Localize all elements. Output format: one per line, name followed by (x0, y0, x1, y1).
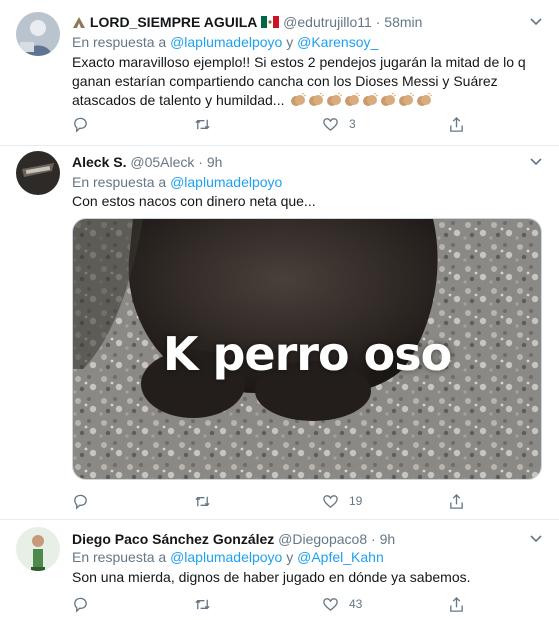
clapping-hands-icon (399, 93, 415, 106)
retweet-button[interactable] (194, 594, 221, 614)
like-count: 3 (349, 117, 356, 131)
timestamp[interactable]: 58min (384, 14, 422, 30)
like-button[interactable]: 3 (322, 114, 356, 134)
retweet-icon (195, 496, 210, 506)
chevron-down-icon[interactable] (527, 12, 545, 30)
avatar[interactable] (16, 527, 60, 571)
retweet-icon (195, 119, 210, 129)
clapping-hands-icon (363, 93, 379, 106)
tweet-3[interactable]: Diego Paco Sánchez González @Diegopaco8 … (0, 520, 559, 620)
separator-dot: · (198, 154, 203, 170)
clapping-hands-icon (381, 93, 397, 106)
clapping-hands-icon (309, 93, 325, 106)
mention-link[interactable]: @Karensoy_ (297, 34, 378, 50)
tweet-header: Aleck S. @05Aleck · 9h (72, 153, 519, 171)
clapping-hands-icon (291, 93, 307, 106)
user-handle[interactable]: @edutrujillo11 (283, 14, 372, 30)
reply-prefix: En respuesta a (72, 34, 167, 50)
eagle-icon (73, 17, 85, 28)
tweet-media-image[interactable]: K perro oso (72, 218, 542, 480)
retweet-button[interactable] (194, 491, 221, 511)
heart-icon (323, 597, 338, 611)
heart-icon (323, 494, 338, 508)
tweet-text-line: Con estos nacos con dinero neta que... (72, 193, 316, 209)
timestamp[interactable]: 9h (207, 154, 223, 170)
reply-prefix: En respuesta a (72, 174, 167, 190)
chevron-down-icon[interactable] (527, 529, 545, 547)
meme-caption: K perro oso (162, 327, 452, 381)
avatar[interactable] (16, 151, 60, 195)
heart-icon (323, 117, 338, 131)
tweet-text-line: atascados de talento y humildad... (72, 91, 541, 110)
user-name[interactable]: Diego Paco Sánchez González (72, 531, 274, 547)
tweet-actions: 43 (72, 594, 482, 614)
tweet-text-line: Son una mierda, dignos de haber jugado e… (72, 569, 471, 585)
reply-icon (74, 494, 87, 510)
clapping-hands-emoji-group (288, 92, 433, 108)
user-handle[interactable]: @05Aleck (130, 154, 194, 170)
tweet-text-line: ganan estarían compartiendo cancha con l… (72, 73, 498, 89)
reply-icon (74, 597, 87, 613)
like-count: 19 (349, 494, 363, 508)
reply-joiner: y (286, 34, 294, 50)
share-icon (450, 596, 463, 612)
mention-link[interactable]: @laplumadelpoyo (170, 174, 282, 190)
separator-dot: · (375, 14, 381, 30)
tweet-text: Son una mierda, dignos de haber jugado e… (72, 568, 541, 587)
tweet-text: Con estos nacos con dinero neta que... (72, 192, 541, 211)
tweet-text-segment: atascados de talento y humildad... (72, 92, 285, 108)
share-button[interactable] (448, 594, 465, 614)
timestamp[interactable]: 9h (380, 531, 396, 547)
retweet-icon (195, 599, 210, 609)
reply-joiner: y (286, 549, 294, 565)
tweet-text-line: Exacto maravilloso ejemplo!! Si estos 2 … (72, 54, 526, 70)
share-icon (450, 116, 463, 132)
reply-icon (74, 117, 87, 133)
mexico-flag-icon (261, 16, 280, 28)
mention-link[interactable]: @laplumadelpoyo (170, 34, 282, 50)
tweet-header: Diego Paco Sánchez González @Diegopaco8 … (72, 530, 519, 548)
user-name[interactable]: LORD_SIEMPRE AGUILA (90, 14, 258, 30)
clapping-hands-icon (345, 93, 361, 106)
reply-context: En respuesta a @laplumadelpoyo (72, 173, 282, 191)
retweet-button[interactable] (194, 114, 221, 134)
like-count: 43 (349, 597, 363, 611)
user-name[interactable]: Aleck S. (72, 154, 126, 170)
reply-prefix: En respuesta a (72, 549, 167, 565)
user-handle[interactable]: @Diegopaco8 (278, 531, 367, 547)
chevron-down-icon[interactable] (527, 152, 545, 170)
clapping-hands-icon (327, 93, 343, 106)
tweet-2[interactable]: Aleck S. @05Aleck · 9h En respuesta a @l… (0, 146, 559, 520)
mention-link[interactable]: @laplumadelpoyo (170, 549, 282, 565)
tweet-actions: 3 (72, 114, 482, 134)
separator-dot: · (371, 531, 376, 547)
tweet-actions: 19 (72, 491, 482, 511)
reply-context: En respuesta a @laplumadelpoyo y @Karens… (72, 33, 378, 51)
reply-context: En respuesta a @laplumadelpoyo y @Apfel_… (72, 548, 384, 566)
like-button[interactable]: 19 (322, 491, 362, 511)
reply-button[interactable] (72, 114, 99, 134)
tweet-1[interactable]: LORD_SIEMPRE AGUILA @edutrujillo11 · 58m… (0, 0, 559, 146)
tweet-header: LORD_SIEMPRE AGUILA @edutrujillo11 · 58m… (72, 13, 519, 31)
share-button[interactable] (448, 491, 465, 511)
share-button[interactable] (448, 114, 465, 134)
reply-button[interactable] (72, 594, 99, 614)
mention-link[interactable]: @Apfel_Kahn (297, 549, 384, 565)
clapping-hands-icon (417, 93, 433, 106)
like-button[interactable]: 43 (322, 594, 362, 614)
tweet-text: Exacto maravilloso ejemplo!! Si estos 2 … (72, 53, 541, 110)
avatar[interactable] (16, 12, 60, 56)
reply-button[interactable] (72, 491, 99, 511)
share-icon (450, 493, 463, 509)
